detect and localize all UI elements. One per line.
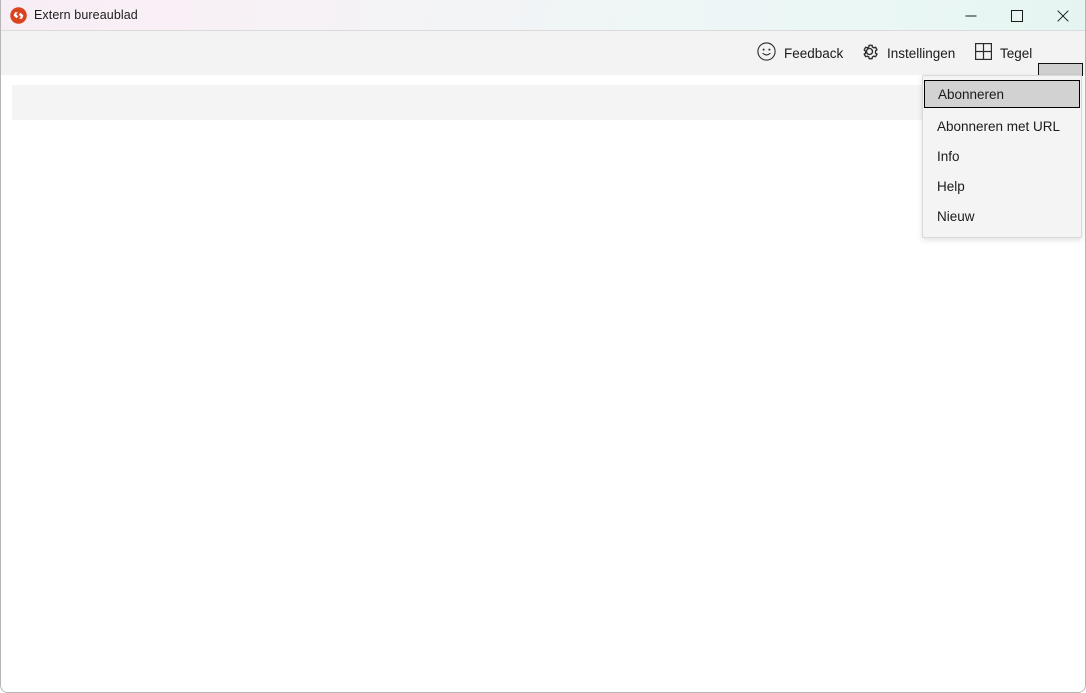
feedback-button[interactable]: Feedback: [753, 31, 847, 76]
remote-desktop-icon: [10, 7, 27, 24]
toolbar: Feedback Instellingen Tegel: [1, 31, 1085, 104]
gear-icon: [860, 42, 879, 66]
app-window: Extern bureaublad Feedback Instellingen …: [0, 0, 1086, 693]
settings-label: Instellingen: [887, 46, 956, 61]
close-button[interactable]: [1040, 0, 1085, 31]
settings-button[interactable]: Instellingen: [856, 31, 959, 76]
menu-item-label: Help: [937, 178, 965, 194]
more-options-menu: Abonneren Abonneren met URL Info Help Ni…: [922, 75, 1082, 238]
minimize-button[interactable]: [948, 0, 994, 31]
menu-item-nieuw[interactable]: Nieuw: [923, 201, 1081, 231]
menu-item-help[interactable]: Help: [923, 171, 1081, 201]
menu-item-label: Info: [937, 148, 960, 164]
maximize-button[interactable]: [994, 0, 1040, 31]
minimize-icon: [965, 15, 977, 16]
title-bar: Extern bureaublad: [1, 0, 1085, 31]
menu-item-info[interactable]: Info: [923, 141, 1081, 171]
tile-view-label: Tegel: [1000, 46, 1033, 61]
feedback-label: Feedback: [784, 46, 844, 61]
menu-item-abonneren[interactable]: Abonneren: [924, 80, 1080, 108]
menu-item-abonneren-met-url[interactable]: Abonneren met URL: [923, 111, 1081, 141]
tile-view-button[interactable]: Tegel: [971, 31, 1036, 76]
menu-item-label: Abonneren: [938, 86, 1005, 102]
close-icon: [1057, 9, 1069, 22]
connection-list-placeholder-row: [12, 85, 1076, 120]
menu-item-label: Nieuw: [937, 208, 975, 224]
window-title: Extern bureaublad: [34, 8, 138, 22]
grid-tile-icon: [975, 42, 993, 65]
menu-item-label: Abonneren met URL: [937, 118, 1061, 134]
smiley-face-icon: [757, 41, 776, 66]
maximize-icon: [1011, 9, 1023, 22]
